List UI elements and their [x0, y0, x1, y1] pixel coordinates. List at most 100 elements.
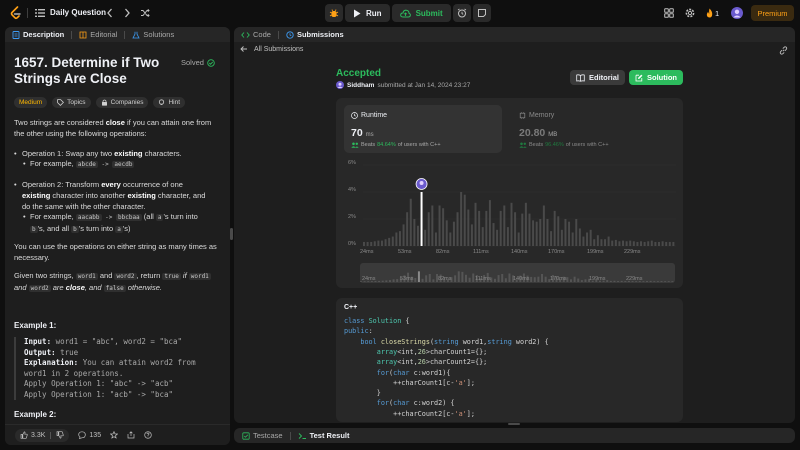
premium-button[interactable]: Premium — [751, 5, 794, 21]
runtime-distribution-chart[interactable] — [336, 98, 683, 288]
distribution-bar[interactable] — [640, 241, 642, 246]
distribution-bar[interactable] — [550, 231, 553, 246]
distribution-bar[interactable] — [438, 205, 441, 247]
distribution-bar[interactable] — [607, 236, 610, 246]
distribution-bar[interactable] — [409, 198, 412, 246]
distribution-bar[interactable] — [571, 232, 574, 247]
distribution-bar[interactable] — [611, 240, 614, 246]
distribution-bar[interactable] — [384, 239, 387, 246]
distribution-bar[interactable] — [672, 241, 675, 246]
distribution-bar[interactable] — [474, 202, 477, 246]
distribution-bar[interactable] — [467, 209, 470, 246]
horizontal-resize-handle[interactable] — [508, 423, 520, 425]
distribution-bar[interactable] — [377, 240, 380, 246]
distribution-bar[interactable] — [553, 210, 556, 246]
distribution-bar[interactable] — [539, 219, 542, 246]
distribution-bar[interactable] — [622, 240, 625, 246]
distribution-bar[interactable] — [582, 236, 585, 246]
highlight-bar[interactable] — [420, 192, 423, 246]
distribution-bar[interactable] — [470, 224, 473, 246]
distribution-bar[interactable] — [402, 224, 405, 246]
distribution-bar[interactable] — [596, 235, 599, 246]
distribution-bar[interactable] — [600, 239, 603, 246]
distribution-bar[interactable] — [654, 241, 657, 246]
distribution-bar[interactable] — [586, 232, 589, 247]
tab-submissions[interactable]: Submissions — [286, 30, 344, 39]
distribution-bar[interactable] — [510, 202, 513, 246]
tab-code[interactable]: Code — [241, 30, 271, 39]
distribution-bar[interactable] — [650, 240, 653, 246]
distribution-bar[interactable] — [481, 227, 484, 246]
distribution-bar[interactable] — [524, 202, 527, 246]
distribution-bar[interactable] — [629, 240, 632, 246]
tab-testcase[interactable]: Testcase — [242, 431, 283, 440]
distribution-bar[interactable] — [514, 212, 517, 246]
distribution-bar[interactable] — [499, 210, 502, 246]
link-icon[interactable] — [779, 46, 788, 55]
distribution-bar[interactable] — [427, 212, 430, 246]
editorial-button[interactable]: Editorial — [570, 70, 625, 85]
settings-gear-icon[interactable] — [685, 8, 695, 18]
help-question-icon[interactable] — [144, 431, 152, 439]
distribution-bar[interactable] — [463, 194, 466, 246]
distribution-bar[interactable] — [424, 229, 427, 246]
like-button[interactable]: 3.3K — [15, 428, 70, 442]
distribution-bar[interactable] — [632, 241, 635, 246]
distribution-bar[interactable] — [434, 232, 437, 247]
tab-test-result[interactable]: Test Result — [298, 431, 349, 440]
comments-button[interactable]: 135 — [78, 431, 101, 439]
distribution-bar[interactable] — [665, 241, 668, 246]
thumbs-down-icon[interactable] — [56, 431, 65, 439]
debug-bug-icon[interactable] — [325, 4, 343, 22]
distribution-bar[interactable] — [589, 229, 592, 246]
leetcode-logo-icon[interactable] — [10, 6, 22, 20]
distribution-bar[interactable] — [373, 241, 376, 246]
distribution-bar[interactable] — [604, 239, 607, 246]
distribution-bar[interactable] — [542, 205, 545, 247]
distribution-bar[interactable] — [460, 192, 463, 246]
distribution-bar[interactable] — [488, 200, 491, 246]
vertical-resize-handle[interactable] — [230, 228, 233, 240]
distribution-bar[interactable] — [578, 228, 581, 246]
distribution-bar[interactable] — [506, 227, 509, 246]
all-submissions-link[interactable]: All Submissions — [254, 46, 303, 53]
distribution-bar[interactable] — [546, 219, 549, 246]
problem-list-icon[interactable] — [35, 8, 45, 18]
distribution-bar[interactable] — [431, 205, 434, 247]
distribution-bar[interactable] — [535, 221, 538, 246]
distribution-bar[interactable] — [661, 241, 664, 246]
share-icon[interactable] — [127, 431, 135, 439]
distribution-bar[interactable] — [442, 208, 445, 246]
distribution-bar[interactable] — [478, 210, 481, 246]
streak-counter[interactable]: 1 — [706, 8, 724, 18]
distribution-bar[interactable] — [564, 219, 567, 246]
distribution-bar[interactable] — [413, 219, 416, 246]
distribution-bar[interactable] — [568, 221, 571, 246]
shuffle-icon[interactable] — [140, 7, 150, 19]
distribution-bar[interactable] — [614, 239, 617, 247]
alarm-clock-icon[interactable] — [452, 4, 471, 22]
distribution-bar[interactable] — [406, 212, 409, 246]
distribution-bar[interactable] — [366, 241, 369, 246]
distribution-bar[interactable] — [618, 241, 621, 246]
tab-editorial[interactable]: Editorial — [79, 30, 117, 39]
distribution-bar[interactable] — [496, 229, 499, 246]
distribution-bar[interactable] — [636, 241, 639, 246]
distribution-bar[interactable] — [370, 241, 373, 246]
distribution-bar[interactable] — [557, 216, 560, 246]
distribution-bar[interactable] — [449, 232, 452, 247]
distribution-bar[interactable] — [391, 236, 394, 246]
distribution-bar[interactable] — [363, 241, 365, 246]
distribution-bar[interactable] — [456, 212, 459, 246]
distribution-bar[interactable] — [485, 210, 488, 246]
distribution-bar[interactable] — [492, 223, 495, 246]
arrow-left-icon[interactable] — [240, 45, 248, 53]
distribution-bar[interactable] — [560, 229, 563, 246]
solution-button[interactable]: Solution — [629, 70, 683, 85]
submitter-name[interactable]: Siddham — [347, 82, 374, 89]
distribution-bar[interactable] — [395, 232, 398, 247]
prev-problem-chevron-left-icon[interactable] — [105, 7, 115, 19]
distribution-bar[interactable] — [452, 221, 455, 246]
tab-solutions[interactable]: Solutions — [132, 30, 174, 39]
tab-description[interactable]: Description — [12, 30, 64, 39]
